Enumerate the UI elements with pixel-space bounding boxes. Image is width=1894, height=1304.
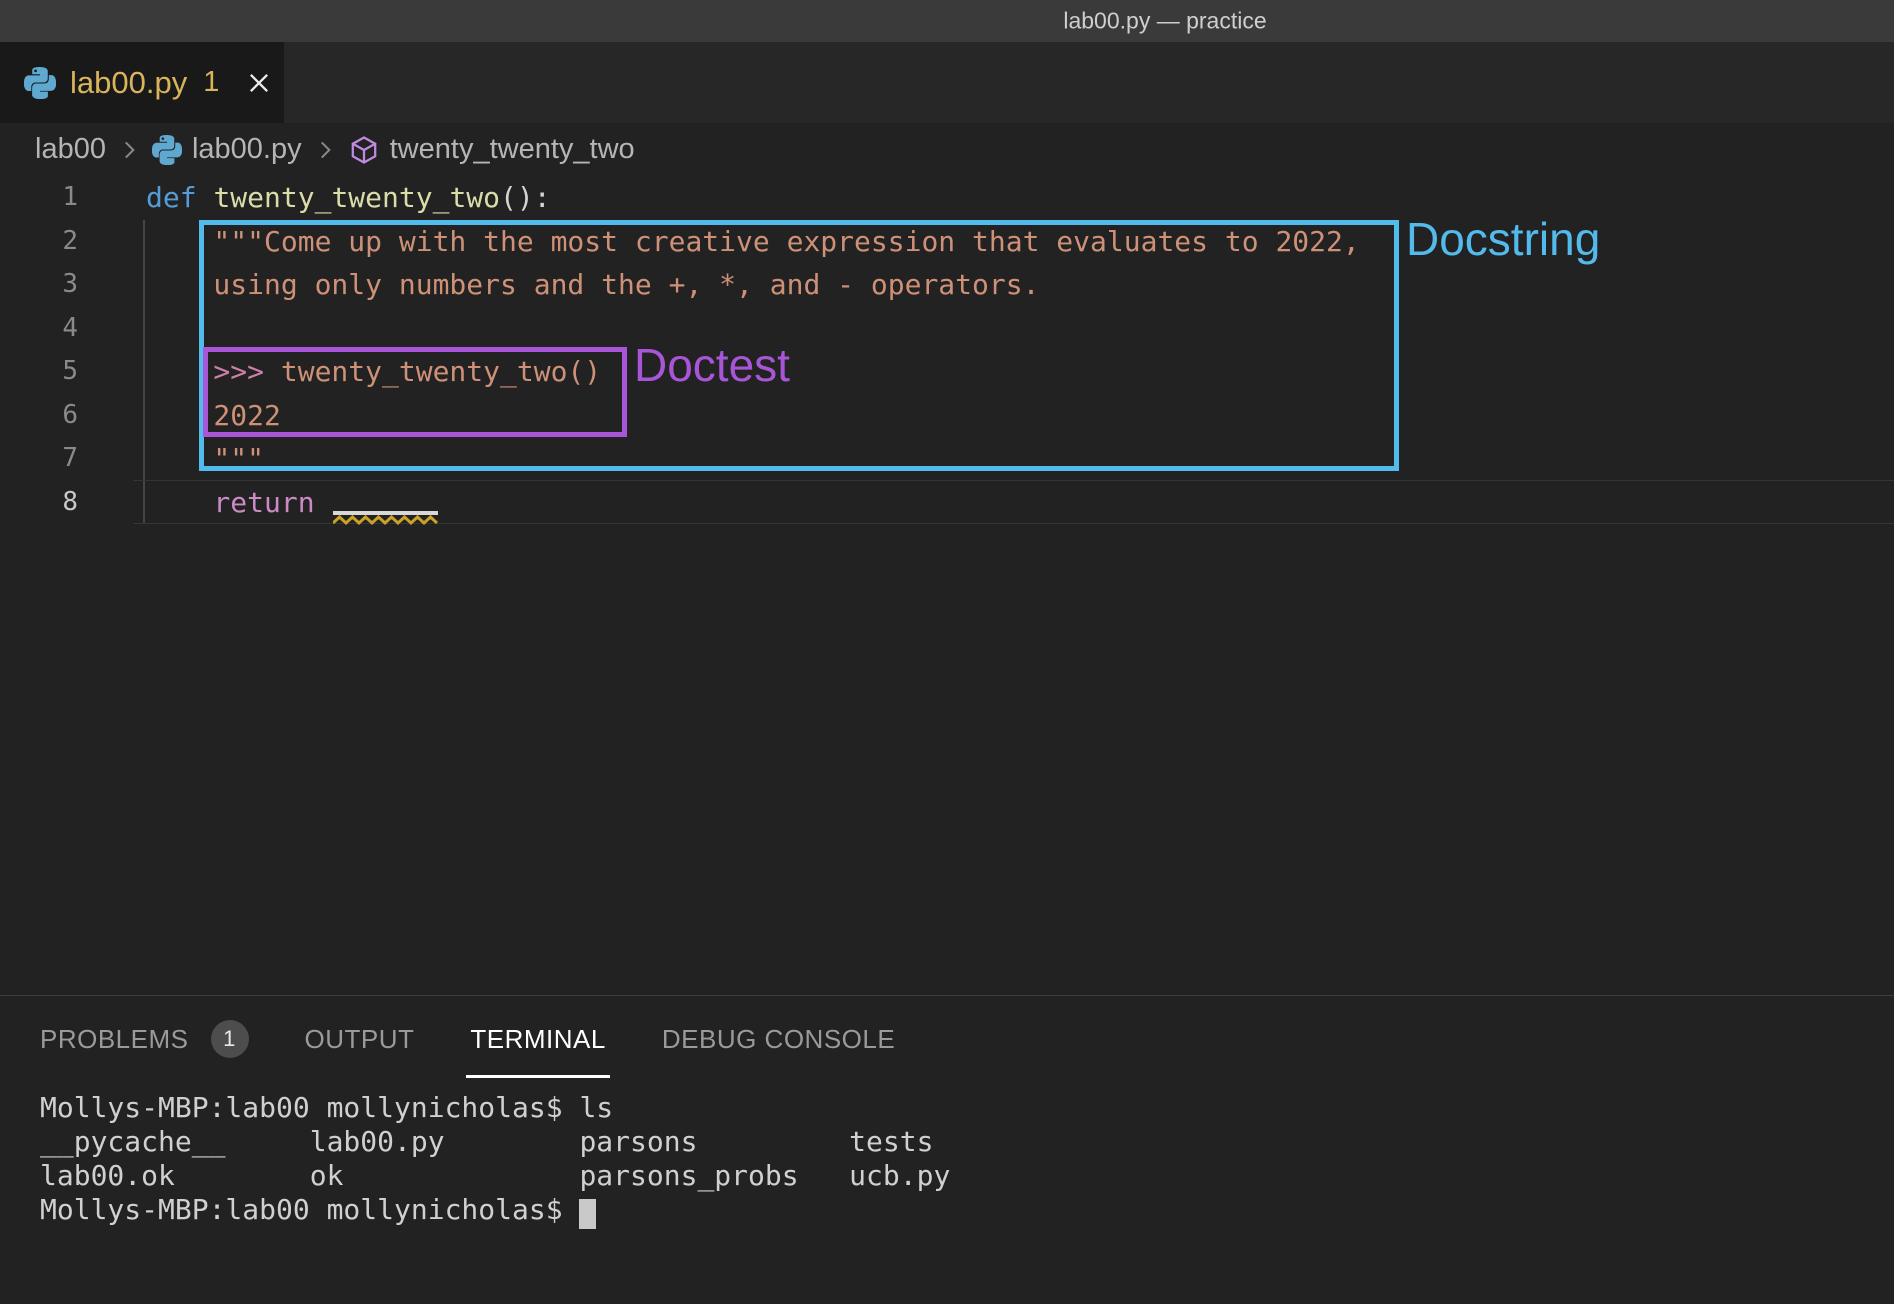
code-text: def twenty_twenty_two(): [146, 176, 551, 220]
panel-tab-label: DEBUG CONSOLE [662, 1024, 895, 1055]
code-line[interactable]: 7 """ [0, 437, 1894, 481]
line-number: 6 [0, 394, 78, 438]
panel-tab-output[interactable]: OUTPUT [305, 1024, 415, 1055]
line-number: 3 [0, 263, 78, 307]
panel-tab-terminal[interactable]: TERMINAL [470, 1024, 605, 1055]
breadcrumb-symbol[interactable]: twenty_twenty_two [390, 133, 635, 166]
panel-tab-label: OUTPUT [305, 1024, 415, 1055]
panel-tab-label: PROBLEMS [40, 1024, 189, 1055]
code-line[interactable]: 1 def twenty_twenty_two(): [0, 176, 1894, 220]
python-file-icon [24, 67, 56, 99]
breadcrumb-file[interactable]: lab00.py [192, 133, 302, 166]
code-text: using only numbers and the +, *, and - o… [146, 263, 1039, 307]
code-lines: 1def twenty_twenty_two():2 """Come up wi… [0, 176, 1894, 524]
panel-tab-debug-console[interactable]: DEBUG CONSOLE [662, 1024, 895, 1055]
code-text: >>> twenty_twenty_two() [146, 350, 601, 394]
tab-filename: lab00.py [70, 65, 187, 101]
terminal-line: lab00.ok ok parsons_probs ucb.py [40, 1159, 950, 1193]
terminal-line: __pycache__ lab00.py parsons tests [40, 1125, 950, 1159]
code-line[interactable]: 3 using only numbers and the +, *, and -… [0, 263, 1894, 307]
code-text: """ [146, 437, 264, 481]
panel-tab-label: TERMINAL [470, 1024, 605, 1055]
code-line[interactable]: 4 [0, 307, 1894, 351]
vscode-window: lab00.py — practice lab00.py 1 lab00 [0, 0, 1894, 1304]
terminal-line: Mollys-MBP:lab00 mollynicholas$ [40, 1193, 950, 1227]
window-titlebar: lab00.py — practice [0, 0, 1894, 42]
line-number: 7 [0, 437, 78, 481]
line-number: 5 [0, 350, 78, 394]
code-text: return [146, 481, 331, 525]
breadcrumb: lab00 lab00.py twenty_twenty_two [0, 123, 1894, 176]
line-number: 8 [0, 481, 78, 525]
terminal-output[interactable]: Mollys-MBP:lab00 mollynicholas$ ls__pyca… [40, 1091, 950, 1227]
editor-tab-bar: lab00.py 1 [0, 42, 1894, 123]
panel-tab-problems[interactable]: PROBLEMS 1 [40, 1020, 249, 1058]
code-line[interactable]: 6 2022 [0, 394, 1894, 438]
problems-count-badge: 1 [211, 1020, 249, 1058]
line-number: 2 [0, 220, 78, 264]
tab-close-icon[interactable] [245, 69, 273, 97]
symbol-namespace-cube-icon [348, 134, 380, 166]
warning-squiggle-icon [333, 515, 438, 526]
python-file-icon [152, 135, 182, 165]
docstring-annotation-label: Docstring [1406, 212, 1600, 266]
chevron-right-icon [116, 137, 142, 163]
trailing-whitespace-highlight [333, 511, 438, 515]
tab-modified-badge: 1 [203, 66, 219, 99]
bottom-panel: PROBLEMS 1 OUTPUT TERMINAL DEBUG CONSOLE Mol… [0, 995, 1894, 1304]
code-editor[interactable]: 1def twenty_twenty_two():2 """Come up wi… [0, 176, 1894, 995]
panel-tab-bar: PROBLEMS 1 OUTPUT TERMINAL DEBUG CONSOLE [0, 996, 1894, 1082]
code-text: """Come up with the most creative expres… [146, 220, 1360, 264]
tab-lab00-py[interactable]: lab00.py 1 [0, 42, 284, 123]
breadcrumb-folder[interactable]: lab00 [35, 133, 106, 166]
doctest-annotation-label: Doctest [634, 338, 790, 392]
terminal-cursor [579, 1199, 596, 1229]
line-number: 4 [0, 307, 78, 351]
code-line[interactable]: 8 return [0, 481, 1894, 525]
code-line[interactable]: 5 >>> twenty_twenty_two() [0, 350, 1894, 394]
chevron-right-icon [312, 137, 338, 163]
code-text: 2022 [146, 394, 281, 438]
line-number: 1 [0, 176, 78, 220]
terminal-line: Mollys-MBP:lab00 mollynicholas$ ls [40, 1091, 950, 1125]
code-line[interactable]: 2 """Come up with the most creative expr… [0, 220, 1894, 264]
window-title: lab00.py — practice [1063, 8, 1266, 35]
